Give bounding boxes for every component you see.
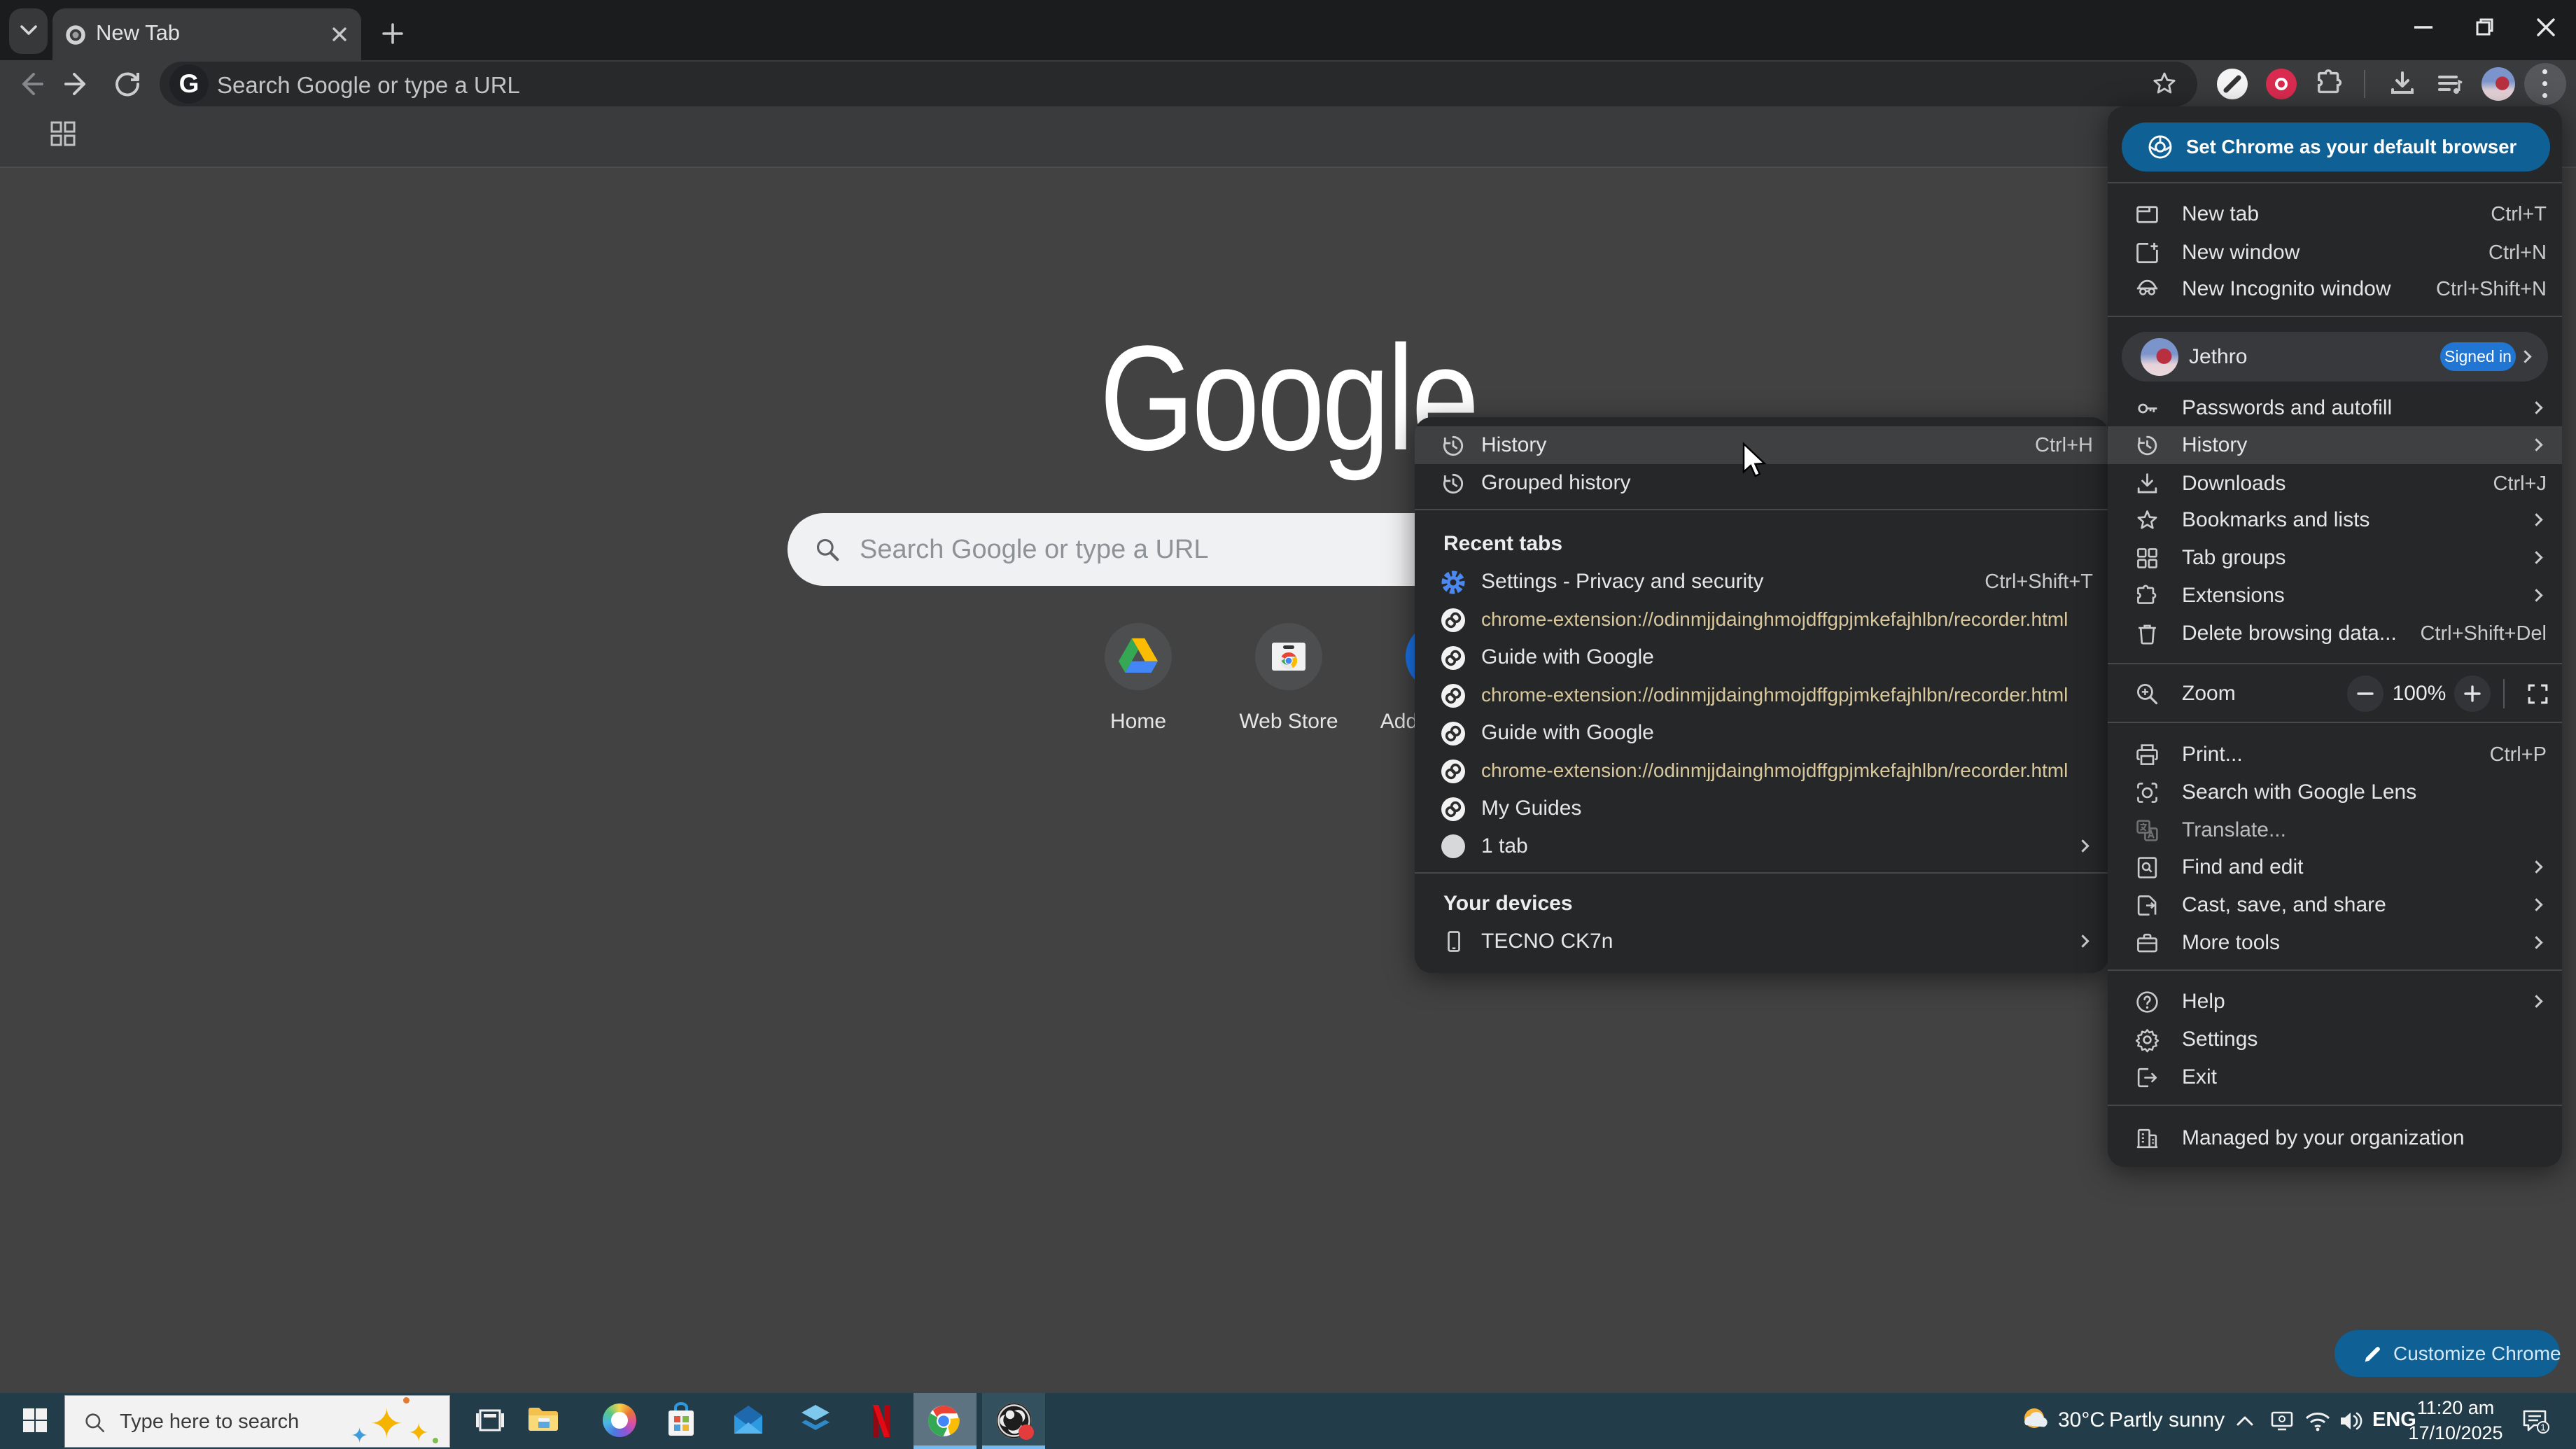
svg-text:1: 1 [2540,1422,2545,1433]
